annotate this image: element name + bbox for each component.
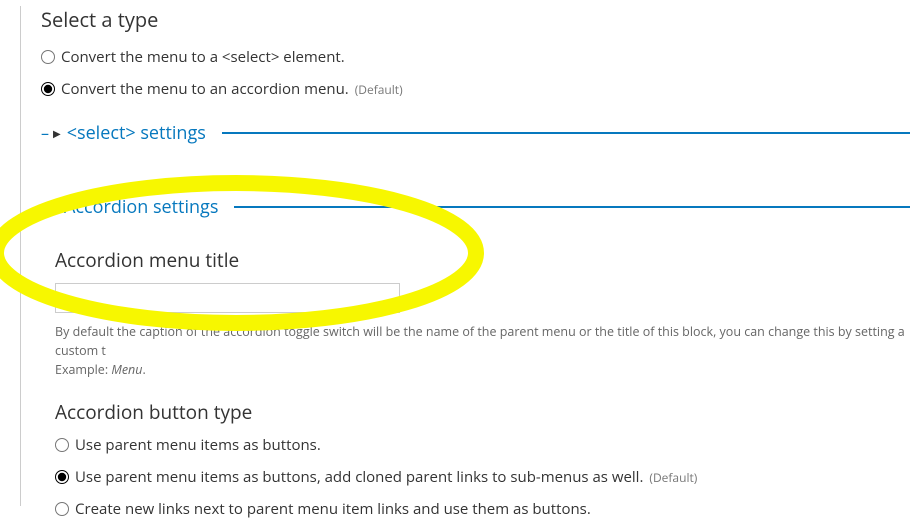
divider-line (234, 206, 910, 208)
select-type-heading: Select a type (41, 6, 910, 33)
type-option-accordion[interactable]: Convert the menu to an accordion menu. (… (41, 79, 910, 99)
help-text-line1: By default the caption of the accordion … (55, 323, 905, 359)
dash-icon: – (41, 122, 49, 144)
caret-right-icon: ▶ (53, 126, 61, 140)
caret-down-icon: ▾ (53, 200, 58, 214)
accordion-settings-title[interactable]: Accordion settings (64, 195, 224, 219)
type-radio-select-label[interactable]: Convert the menu to a <select> element. (61, 47, 345, 67)
accordion-menu-title-input[interactable] (55, 283, 400, 313)
button-type-option-2[interactable]: Create new links next to parent menu ite… (55, 499, 910, 519)
button-type-label-0[interactable]: Use parent menu items as buttons. (75, 435, 321, 455)
default-tag: (Default) (355, 81, 403, 98)
button-type-radio-0[interactable] (55, 438, 69, 452)
default-tag: (Default) (649, 469, 697, 486)
select-settings-collapsible[interactable]: – ▶ <select> settings (41, 121, 910, 145)
accordion-settings-body: Accordion menu title By default the capt… (41, 225, 910, 519)
button-type-option-1[interactable]: Use parent menu items as buttons, add cl… (55, 467, 910, 487)
select-settings-title[interactable]: <select> settings (67, 121, 212, 145)
dash-icon: – (41, 196, 49, 218)
accordion-button-type-label: Accordion button type (55, 399, 910, 425)
type-radio-accordion[interactable] (41, 82, 55, 96)
button-type-radio-1[interactable] (55, 470, 69, 484)
type-radio-accordion-label[interactable]: Convert the menu to an accordion menu. (61, 79, 349, 99)
settings-form: Select a type Convert the menu to a <sel… (20, 6, 910, 506)
type-radio-select[interactable] (41, 50, 55, 64)
button-type-label-1[interactable]: Use parent menu items as buttons, add cl… (75, 467, 643, 487)
help-text-suffix: . (142, 361, 145, 378)
accordion-menu-title-label: Accordion menu title (55, 247, 910, 273)
button-type-option-0[interactable]: Use parent menu items as buttons. (55, 435, 910, 455)
help-text-prefix: Example: (55, 361, 111, 378)
accordion-settings-collapsible[interactable]: – ▾ Accordion settings (41, 195, 910, 219)
button-type-radio-2[interactable] (55, 502, 69, 516)
button-type-label-2[interactable]: Create new links next to parent menu ite… (75, 499, 591, 519)
help-text-em: Menu (111, 361, 142, 378)
accordion-title-help: By default the caption of the accordion … (55, 323, 910, 379)
type-option-select[interactable]: Convert the menu to a <select> element. (41, 47, 910, 67)
divider-line (222, 132, 910, 134)
